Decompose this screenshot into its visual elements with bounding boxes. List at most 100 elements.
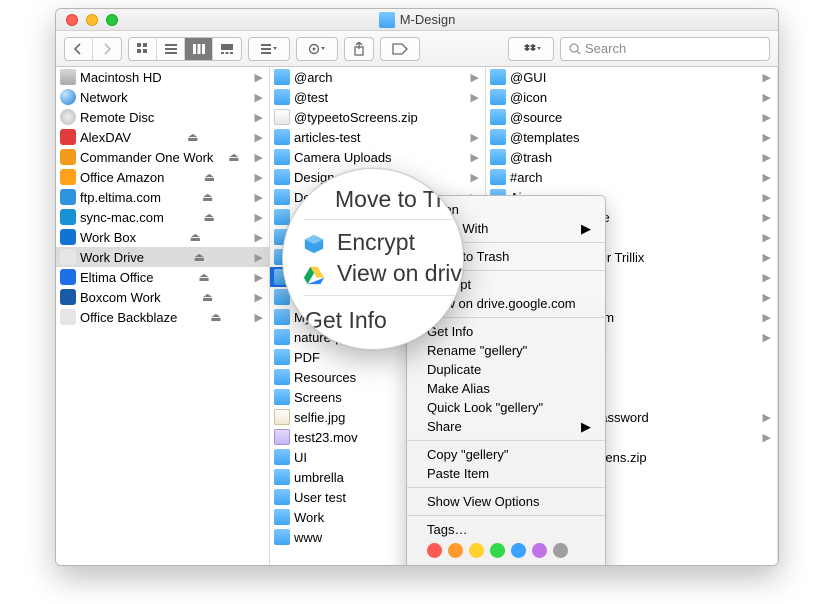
tag-dot[interactable] — [490, 543, 505, 558]
tag-dot[interactable] — [553, 543, 568, 558]
menu-duplicate[interactable]: Duplicate — [407, 360, 605, 379]
list-item[interactable]: @arch▶ — [270, 67, 485, 87]
app-icon — [60, 129, 76, 145]
list-item[interactable]: @test▶ — [270, 87, 485, 107]
folder-icon — [274, 89, 290, 105]
chevron-right-icon: ▶ — [763, 111, 771, 124]
menu-paste[interactable]: Paste Item — [407, 464, 605, 483]
list-item[interactable]: Remote Disc▶ — [56, 107, 269, 127]
item-label: Remote Disc — [80, 110, 154, 125]
view-icons-button[interactable] — [129, 38, 157, 60]
tag-dot[interactable] — [448, 543, 463, 558]
list-item[interactable]: Eltima Office⏏▶ — [56, 267, 269, 287]
action-button[interactable] — [297, 38, 337, 60]
nav-buttons — [64, 37, 122, 61]
eject-icon[interactable]: ⏏ — [190, 230, 201, 244]
chevron-right-icon: ▶ — [763, 431, 771, 444]
item-label: Office Backblaze — [80, 310, 177, 325]
zip-icon — [274, 109, 290, 125]
list-item[interactable]: Boxcom Work⏏▶ — [56, 287, 269, 307]
list-item[interactable]: Network▶ — [56, 87, 269, 107]
menu-make-alias[interactable]: Make Alias — [407, 379, 605, 398]
app-icon — [60, 249, 76, 265]
chevron-right-icon: ▶ — [763, 71, 771, 84]
list-item[interactable]: Office Backblaze⏏▶ — [56, 307, 269, 327]
chevron-right-icon: ▶ — [763, 131, 771, 144]
menu-quick-look[interactable]: Quick Look "gellery" — [407, 398, 605, 417]
column-1[interactable]: Macintosh HD▶Network▶Remote Disc▶AlexDAV… — [56, 67, 270, 565]
menu-view-options[interactable]: Show View Options — [407, 492, 605, 511]
toolbar: Search — [56, 31, 778, 67]
hd-icon — [60, 69, 76, 85]
eject-icon[interactable]: ⏏ — [210, 310, 221, 324]
titlebar[interactable]: M-Design — [56, 9, 778, 31]
view-columns-button[interactable] — [185, 38, 213, 60]
list-item[interactable]: @trash▶ — [486, 147, 777, 167]
item-label: Network — [80, 90, 128, 105]
tag-dot[interactable] — [511, 543, 526, 558]
view-list-button[interactable] — [157, 38, 185, 60]
tags-button[interactable] — [381, 38, 419, 60]
folder-icon — [274, 369, 290, 385]
list-item[interactable]: Work Drive⏏▶ — [56, 247, 269, 267]
list-item[interactable]: ftp.eltima.com⏏▶ — [56, 187, 269, 207]
item-label: test23.mov — [294, 430, 358, 445]
dropbox-button[interactable] — [509, 38, 553, 60]
eject-icon[interactable]: ⏏ — [187, 130, 198, 144]
search-field[interactable]: Search — [560, 37, 770, 61]
share-button[interactable] — [345, 38, 373, 60]
nav-forward-button[interactable] — [93, 38, 121, 60]
list-item[interactable]: Macintosh HD▶ — [56, 67, 269, 87]
eject-icon[interactable]: ⏏ — [202, 290, 213, 304]
chevron-right-icon: ▶ — [763, 151, 771, 164]
list-item[interactable]: #arch▶ — [486, 167, 777, 187]
view-gallery-button[interactable] — [213, 38, 241, 60]
mag-move-to-trash: Move to Trash — [335, 186, 464, 213]
arrange-button[interactable] — [249, 38, 289, 60]
nav-back-button[interactable] — [65, 38, 93, 60]
magnifier-overlay: Move to Trash Encrypt View on drive Get … — [282, 168, 464, 350]
item-label: AlexDAV — [80, 130, 131, 145]
tag-dot[interactable] — [532, 543, 547, 558]
list-item[interactable]: @typeetoScreens.zip — [270, 107, 485, 127]
eject-icon[interactable]: ⏏ — [194, 250, 205, 264]
tag-dot[interactable] — [469, 543, 484, 558]
chevron-right-icon: ▶ — [763, 231, 771, 244]
item-label: selfie.jpg — [294, 410, 345, 425]
menu-tags[interactable]: Tags… — [407, 520, 605, 539]
chevron-right-icon: ▶ — [763, 251, 771, 264]
folder-icon — [490, 89, 506, 105]
chevron-right-icon: ▶ — [471, 131, 479, 144]
list-item[interactable]: @GUI▶ — [486, 67, 777, 87]
eject-icon[interactable]: ⏏ — [202, 190, 213, 204]
app-icon — [60, 269, 76, 285]
menu-copy[interactable]: Copy "gellery" — [407, 445, 605, 464]
arrange-button-group — [248, 37, 290, 61]
item-label: #arch — [510, 170, 543, 185]
chevron-right-icon: ▶ — [763, 311, 771, 324]
list-item[interactable]: AlexDAV⏏▶ — [56, 127, 269, 147]
tag-colors[interactable] — [407, 539, 605, 562]
list-item[interactable]: @icon▶ — [486, 87, 777, 107]
list-item[interactable]: Work Box⏏▶ — [56, 227, 269, 247]
eject-icon[interactable]: ⏏ — [198, 270, 209, 284]
item-label: articles-test — [294, 130, 360, 145]
chevron-right-icon: ▶ — [471, 71, 479, 84]
list-item[interactable]: Camera Uploads▶ — [270, 147, 485, 167]
eject-icon[interactable]: ⏏ — [203, 210, 214, 224]
chevron-right-icon: ▶ — [255, 151, 263, 164]
list-item[interactable]: Office Amazon⏏▶ — [56, 167, 269, 187]
list-item[interactable]: sync-mac.com⏏▶ — [56, 207, 269, 227]
chevron-right-icon: ▶ — [255, 71, 263, 84]
folder-icon — [274, 509, 290, 525]
eject-icon[interactable]: ⏏ — [228, 150, 239, 164]
list-item[interactable]: @templates▶ — [486, 127, 777, 147]
mag-get-info: Get Info — [305, 307, 464, 334]
menu-share[interactable]: Share▶ — [407, 417, 605, 436]
eject-icon[interactable]: ⏏ — [204, 170, 215, 184]
folder-icon — [379, 12, 395, 28]
list-item[interactable]: @source▶ — [486, 107, 777, 127]
list-item[interactable]: Commander One Work⏏▶ — [56, 147, 269, 167]
tag-dot[interactable] — [427, 543, 442, 558]
list-item[interactable]: articles-test ▶ — [270, 127, 485, 147]
